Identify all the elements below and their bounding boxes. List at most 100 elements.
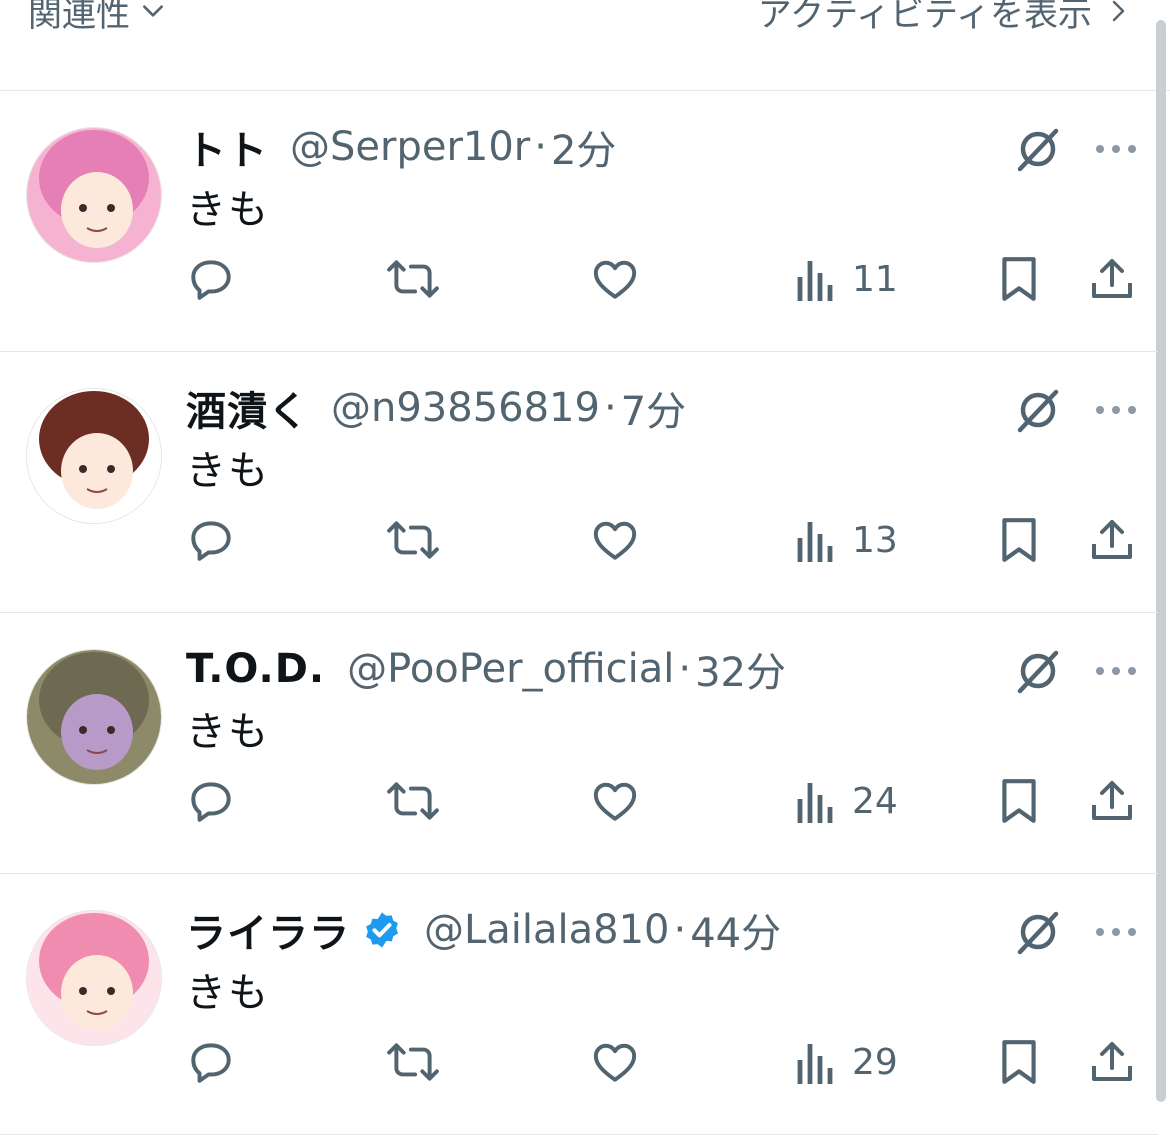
reply-button[interactable]	[186, 249, 236, 309]
grok-icon[interactable]	[1014, 125, 1062, 173]
verified-badge-icon	[350, 910, 402, 950]
reply-button[interactable]	[186, 510, 236, 570]
bookmark-button[interactable]	[996, 249, 1042, 309]
tweet-header: 酒漬く @n93856819 · 7分	[186, 380, 686, 436]
tweet-text: きも	[186, 448, 270, 494]
share-button[interactable]	[1088, 771, 1136, 831]
reply-icon	[186, 776, 236, 826]
display-name[interactable]: トト	[186, 118, 268, 176]
avatar[interactable]	[26, 127, 162, 263]
views-button[interactable]: 29	[796, 1032, 898, 1092]
retweet-icon	[386, 776, 440, 826]
bookmark-button[interactable]	[996, 1032, 1042, 1092]
timestamp[interactable]: 2分	[551, 118, 616, 176]
share-button[interactable]	[1088, 510, 1136, 570]
tweet-text: きも	[186, 709, 270, 755]
timestamp[interactable]: 7分	[621, 379, 686, 437]
avatar[interactable]	[26, 910, 162, 1046]
reply-tweet[interactable]: トト @Serper10r · 2分 きも 11	[0, 91, 1158, 352]
views-count: 11	[852, 258, 898, 300]
reply-icon	[186, 515, 236, 565]
separator-dot: ·	[678, 646, 692, 692]
reply-icon	[186, 1037, 236, 1087]
like-icon	[590, 254, 640, 304]
retweet-button[interactable]	[386, 249, 440, 309]
like-icon	[590, 515, 640, 565]
like-button[interactable]	[590, 1032, 640, 1092]
views-icon	[796, 257, 836, 301]
display-name[interactable]: T.O.D.	[186, 646, 325, 692]
chevron-right-icon	[1106, 0, 1130, 24]
like-button[interactable]	[590, 771, 640, 831]
more-icon[interactable]	[1092, 918, 1140, 946]
share-icon	[1088, 515, 1136, 565]
share-icon	[1088, 254, 1136, 304]
views-count: 13	[852, 519, 898, 561]
bookmark-icon	[996, 254, 1042, 304]
reply-button[interactable]	[186, 1032, 236, 1092]
view-activity-link[interactable]: アクティビティを表示	[758, 0, 1130, 36]
tweet-header: トト @Serper10r · 2分	[186, 119, 616, 175]
separator-dot: ·	[534, 124, 547, 170]
views-icon	[796, 518, 836, 562]
views-count: 29	[852, 1041, 898, 1083]
tweet-actions: 11	[0, 249, 1158, 309]
reply-tweet[interactable]: 酒漬く @n93856819 · 7分 きも 13	[0, 352, 1158, 613]
tweet-text: きも	[186, 970, 270, 1016]
tweet-text: きも	[186, 187, 270, 233]
bookmark-icon	[996, 776, 1042, 826]
retweet-button[interactable]	[386, 1032, 440, 1092]
more-icon[interactable]	[1092, 396, 1140, 424]
display-name[interactable]: 酒漬く	[186, 379, 309, 437]
timestamp[interactable]: 32分	[695, 640, 786, 698]
tweet-actions: 24	[0, 771, 1158, 831]
more-icon[interactable]	[1092, 657, 1140, 685]
avatar[interactable]	[26, 649, 162, 785]
share-icon	[1088, 776, 1136, 826]
views-button[interactable]: 13	[796, 510, 898, 570]
retweet-icon	[386, 515, 440, 565]
retweet-icon	[386, 1037, 440, 1087]
bookmark-button[interactable]	[996, 510, 1042, 570]
retweet-button[interactable]	[386, 510, 440, 570]
more-icon[interactable]	[1092, 135, 1140, 163]
tweet-header: ライララ @Lailala810 · 44分	[186, 902, 781, 958]
share-button[interactable]	[1088, 249, 1136, 309]
reply-tweet[interactable]: ライララ @Lailala810 · 44分 きも 29	[0, 874, 1158, 1135]
display-name[interactable]: ライララ	[186, 901, 350, 959]
separator-dot: ·	[673, 907, 687, 953]
user-handle[interactable]: @Lailala810	[424, 907, 670, 953]
user-handle[interactable]: @Serper10r	[290, 124, 530, 170]
views-icon	[796, 1040, 836, 1084]
like-icon	[590, 776, 640, 826]
sort-label: 関連性	[28, 0, 130, 35]
tweet-actions: 29	[0, 1032, 1158, 1092]
share-button[interactable]	[1088, 1032, 1136, 1092]
grok-icon[interactable]	[1014, 386, 1062, 434]
like-button[interactable]	[590, 249, 640, 309]
user-handle[interactable]: @PooPer_official	[347, 646, 674, 692]
bookmark-button[interactable]	[996, 771, 1042, 831]
retweet-icon	[386, 254, 440, 304]
views-icon	[796, 779, 836, 823]
sort-dropdown[interactable]: 関連性	[28, 0, 166, 36]
views-button[interactable]: 11	[796, 249, 898, 309]
retweet-button[interactable]	[386, 771, 440, 831]
like-icon	[590, 1037, 640, 1087]
reply-filter-bar: 関連性 アクティビティを表示	[0, 0, 1170, 91]
views-button[interactable]: 24	[796, 771, 898, 831]
grok-icon[interactable]	[1014, 647, 1062, 695]
reply-button[interactable]	[186, 771, 236, 831]
reply-icon	[186, 254, 236, 304]
share-icon	[1088, 1037, 1136, 1087]
chevron-down-icon	[140, 0, 166, 24]
bookmark-icon	[996, 1037, 1042, 1087]
activity-label: アクティビティを表示	[757, 0, 1092, 35]
timestamp[interactable]: 44分	[690, 901, 781, 959]
like-button[interactable]	[590, 510, 640, 570]
avatar[interactable]	[26, 388, 162, 524]
bookmark-icon	[996, 515, 1042, 565]
reply-tweet[interactable]: T.O.D. @PooPer_official · 32分 きも 24	[0, 613, 1158, 874]
grok-icon[interactable]	[1014, 908, 1062, 956]
user-handle[interactable]: @n93856819	[331, 385, 600, 431]
